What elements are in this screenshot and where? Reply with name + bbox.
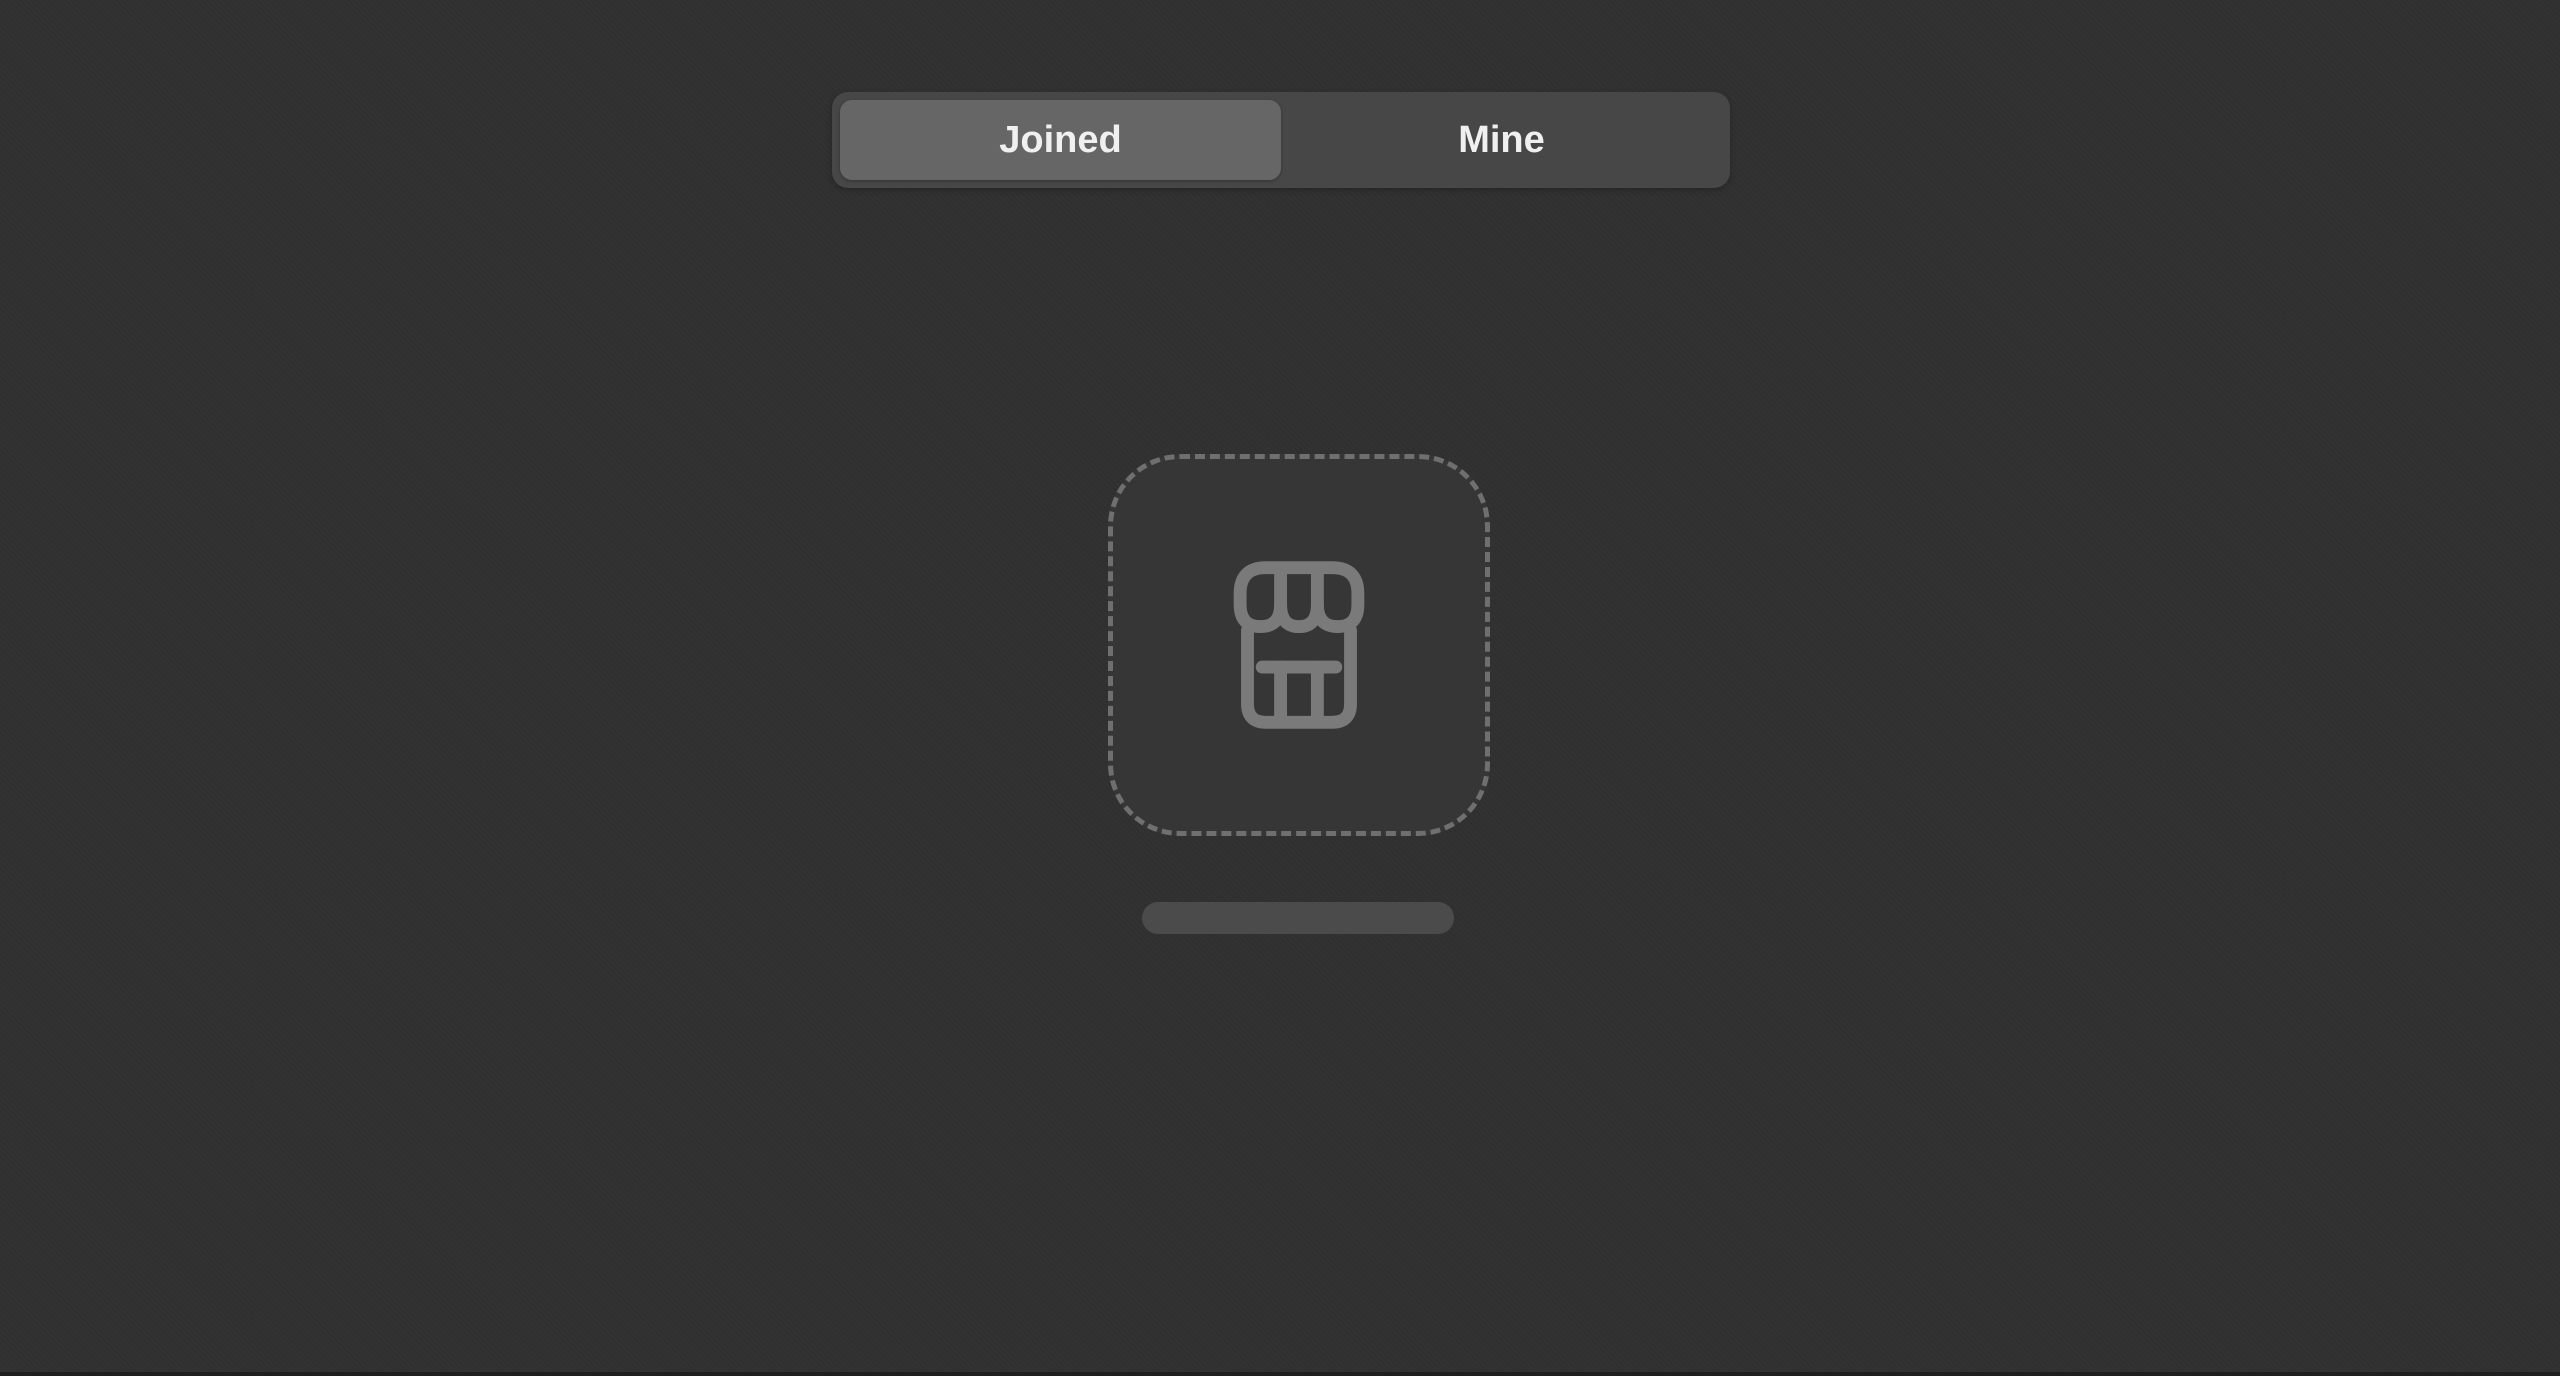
empty-state-label-placeholder (1142, 902, 1454, 934)
window-bottom-edge (0, 1372, 2560, 1376)
app-window: Joined Mine (0, 0, 2560, 1376)
tab-joined[interactable]: Joined (840, 100, 1281, 180)
tab-mine[interactable]: Mine (1281, 100, 1722, 180)
storefront-icon (1233, 561, 1365, 729)
empty-state-tile (1108, 454, 1490, 836)
segmented-control: Joined Mine (832, 92, 1730, 188)
